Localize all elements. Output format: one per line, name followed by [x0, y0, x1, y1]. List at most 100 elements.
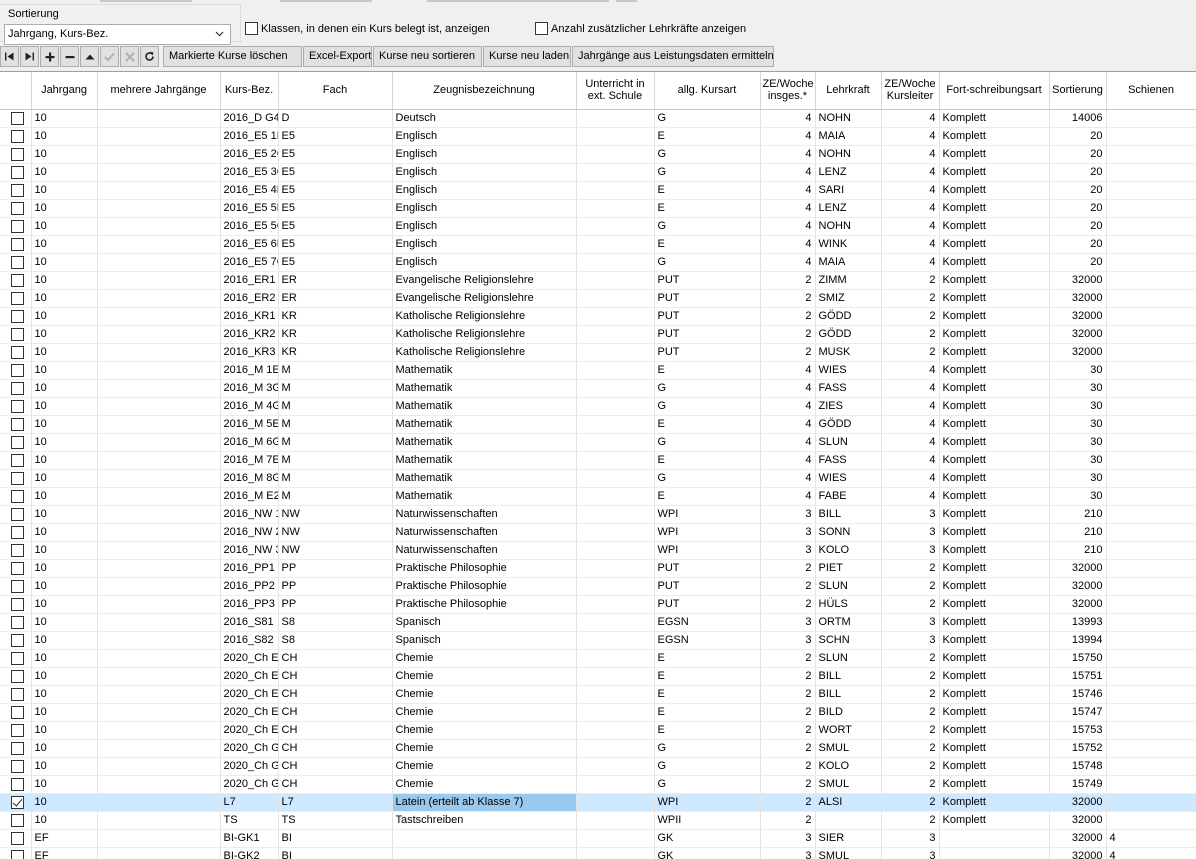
- cell-fach[interactable]: TS: [278, 811, 393, 830]
- row-select-cell[interactable]: [0, 289, 32, 308]
- cell-mehrere-jahrgaenge[interactable]: [97, 217, 221, 236]
- cell-fach[interactable]: CH: [278, 739, 393, 758]
- cell-fortschreibungsart[interactable]: [939, 847, 1050, 859]
- row-select-cell[interactable]: [0, 559, 32, 578]
- cell-ze-kursleiter[interactable]: 4: [881, 145, 940, 164]
- cell-ext-schule[interactable]: [576, 325, 655, 344]
- table-row[interactable]: 10 TS TS Tastschreiben WPII 2 2 Komplett 32000: [0, 811, 1196, 830]
- cell-ze-insges[interactable]: 4: [760, 361, 816, 380]
- cell-kurs-bez[interactable]: 2016_KR2: [220, 325, 279, 344]
- cell-jahrgang[interactable]: 10: [31, 487, 98, 506]
- cell-lehrkraft[interactable]: SMIZ: [815, 289, 882, 308]
- cell-schienen[interactable]: [1106, 559, 1196, 578]
- cell-kursart[interactable]: PUT: [654, 343, 761, 362]
- cell-mehrere-jahrgaenge[interactable]: [97, 451, 221, 470]
- cell-ze-kursleiter[interactable]: 2: [881, 739, 940, 758]
- cell-sortierung[interactable]: 32000: [1049, 271, 1107, 290]
- cancel-button[interactable]: [120, 46, 139, 67]
- cell-fortschreibungsart[interactable]: Komplett: [939, 631, 1050, 650]
- cell-fach[interactable]: KR: [278, 343, 393, 362]
- row-checkbox[interactable]: [11, 525, 25, 539]
- table-row[interactable]: 10 2016_KR2 KR Katholische Religionslehre PU…: [0, 325, 1196, 344]
- cell-fach[interactable]: M: [278, 451, 393, 470]
- cell-schienen[interactable]: [1106, 487, 1196, 506]
- row-select-cell[interactable]: [0, 649, 32, 668]
- cell-schienen[interactable]: [1106, 235, 1196, 254]
- cell-ext-schule[interactable]: [576, 631, 655, 650]
- table-row[interactable]: 10 2016_M 4G M Mathematik G 4 ZIES 4 Komplett 30: [0, 397, 1196, 416]
- cell-schienen[interactable]: [1106, 379, 1196, 398]
- cell-schienen[interactable]: [1106, 271, 1196, 290]
- cell-fach[interactable]: E5: [278, 181, 393, 200]
- cell-zeugnisbezeichnung[interactable]: Latein (erteilt ab Klasse 7): [392, 793, 577, 812]
- cell-ext-schule[interactable]: [576, 271, 655, 290]
- cell-lehrkraft[interactable]: MUSK: [815, 343, 882, 362]
- tab-stub[interactable]: [616, 0, 637, 2]
- cell-kurs-bez[interactable]: 2016_PP1: [220, 559, 279, 578]
- cell-fach[interactable]: E5: [278, 163, 393, 182]
- cell-lehrkraft[interactable]: KOLO: [815, 757, 882, 776]
- row-checkbox[interactable]: [11, 633, 25, 647]
- cell-lehrkraft[interactable]: SMUL: [815, 847, 882, 859]
- cell-sortierung[interactable]: 15748: [1049, 757, 1107, 776]
- row-checkbox[interactable]: [11, 381, 25, 395]
- cell-fortschreibungsart[interactable]: Komplett: [939, 145, 1050, 164]
- cell-zeugnisbezeichnung[interactable]: Chemie: [392, 775, 577, 794]
- cell-schienen[interactable]: [1106, 793, 1196, 812]
- cell-jahrgang[interactable]: 10: [31, 721, 98, 740]
- cell-ze-insges[interactable]: 3: [760, 847, 816, 859]
- row-checkbox[interactable]: [11, 219, 25, 233]
- column-header-zeugnisbezeichnung[interactable]: Zeugnisbezeichnung: [392, 72, 577, 110]
- cell-ze-kursleiter[interactable]: 4: [881, 109, 940, 128]
- reload-courses-button[interactable]: Kurse neu laden: [483, 46, 571, 67]
- cell-ze-kursleiter[interactable]: 4: [881, 217, 940, 236]
- cell-mehrere-jahrgaenge[interactable]: [97, 271, 221, 290]
- row-select-cell[interactable]: [0, 523, 32, 542]
- cell-ze-kursleiter[interactable]: 2: [881, 559, 940, 578]
- cell-kursart[interactable]: E: [654, 415, 761, 434]
- cell-schienen[interactable]: [1106, 685, 1196, 704]
- cell-kurs-bez[interactable]: 2020_Ch E4: [220, 703, 279, 722]
- cell-fortschreibungsart[interactable]: Komplett: [939, 613, 1050, 632]
- cell-ext-schule[interactable]: [576, 613, 655, 632]
- cell-ext-schule[interactable]: [576, 451, 655, 470]
- row-select-cell[interactable]: [0, 181, 32, 200]
- cell-kursart[interactable]: WPII: [654, 811, 761, 830]
- cell-kurs-bez[interactable]: 2016_M 5E: [220, 415, 279, 434]
- cell-mehrere-jahrgaenge[interactable]: [97, 631, 221, 650]
- cell-zeugnisbezeichnung[interactable]: Englisch: [392, 217, 577, 236]
- cell-kursart[interactable]: E: [654, 685, 761, 704]
- cell-lehrkraft[interactable]: WIES: [815, 361, 882, 380]
- cell-jahrgang[interactable]: 10: [31, 631, 98, 650]
- table-row[interactable]: 102020_Ch G4CHChemieG2SMUL2Komplett15749: [0, 775, 1196, 794]
- cell-fortschreibungsart[interactable]: Komplett: [939, 379, 1050, 398]
- tab-stub[interactable]: [280, 0, 372, 2]
- row-checkbox[interactable]: [11, 669, 25, 683]
- row-checkbox[interactable]: [11, 147, 25, 161]
- cell-ext-schule[interactable]: [576, 109, 655, 128]
- cell-zeugnisbezeichnung[interactable]: Praktische Philosophie: [392, 559, 577, 578]
- cell-kurs-bez[interactable]: 2016_ER1: [220, 271, 279, 290]
- cell-ext-schule[interactable]: [576, 181, 655, 200]
- cell-zeugnisbezeichnung[interactable]: Deutsch: [392, 109, 577, 128]
- cell-ext-schule[interactable]: [576, 307, 655, 326]
- cell-mehrere-jahrgaenge[interactable]: [97, 541, 221, 560]
- row-select-cell[interactable]: [0, 685, 32, 704]
- cell-sortierung[interactable]: 210: [1049, 505, 1107, 524]
- cell-fach[interactable]: BI: [278, 847, 393, 859]
- cell-zeugnisbezeichnung[interactable]: Katholische Religionslehre: [392, 325, 577, 344]
- cell-schienen[interactable]: [1106, 613, 1196, 632]
- show-classes-option[interactable]: Klassen, in denen ein Kurs belegt ist, a…: [245, 22, 490, 35]
- table-row[interactable]: 10 2016_NW 3 NW Naturwissenschaften WPI 3 KOLO…: [0, 541, 1196, 560]
- cell-kursart[interactable]: PUT: [654, 307, 761, 326]
- cell-ze-insges[interactable]: 3: [760, 613, 816, 632]
- cell-mehrere-jahrgaenge[interactable]: [97, 109, 221, 128]
- cell-lehrkraft[interactable]: NOHN: [815, 145, 882, 164]
- tab-stub[interactable]: [427, 0, 609, 2]
- cell-lehrkraft[interactable]: SLUN: [815, 577, 882, 596]
- row-checkbox[interactable]: [11, 507, 25, 521]
- table-row[interactable]: 10 2016_M 7E M Mathematik E 4 FASS 4 Komplett 30: [0, 451, 1196, 470]
- cell-fortschreibungsart[interactable]: Komplett: [939, 307, 1050, 326]
- cell-sortierung[interactable]: 32000: [1049, 307, 1107, 326]
- cell-ext-schule[interactable]: [576, 667, 655, 686]
